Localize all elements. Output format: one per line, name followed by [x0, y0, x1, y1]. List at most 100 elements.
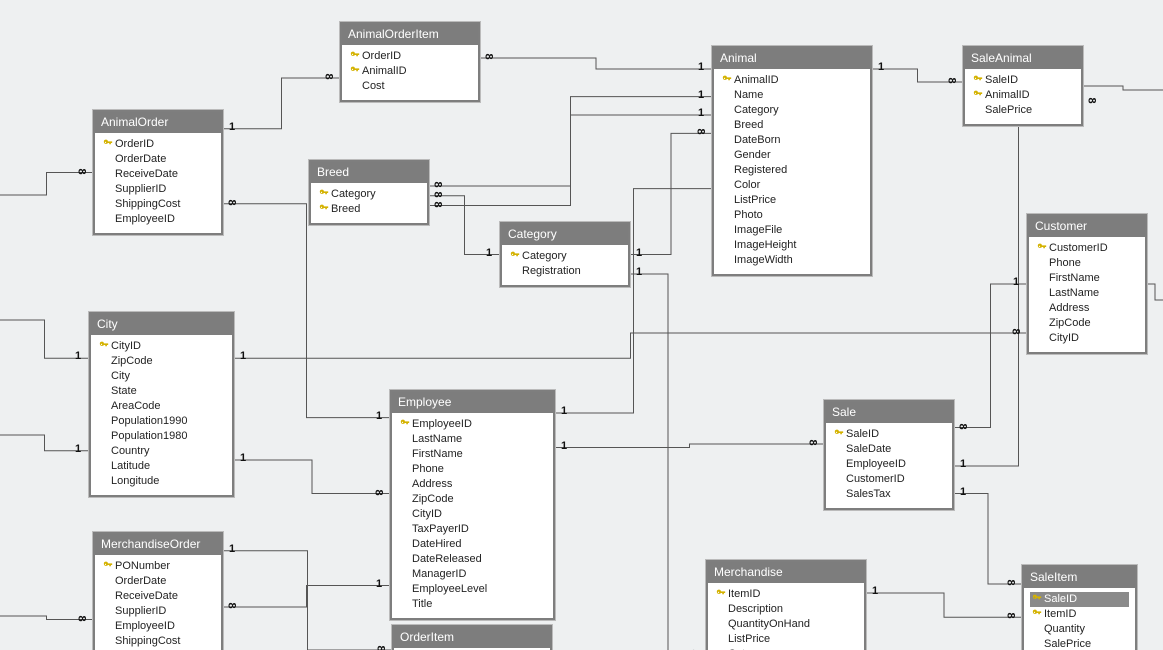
field-Country[interactable]: Country	[97, 444, 226, 459]
field-ItemID[interactable]: ItemID	[714, 587, 858, 602]
cardinality-one: 1	[698, 89, 704, 101]
field-Category[interactable]: Category	[317, 187, 421, 202]
field-ImageHeight[interactable]: ImageHeight	[720, 238, 864, 253]
field-ImageFile[interactable]: ImageFile	[720, 223, 864, 238]
field-SupplierID[interactable]: SupplierID	[101, 182, 215, 197]
field-Latitude[interactable]: Latitude	[97, 459, 226, 474]
field-EmployeeLevel[interactable]: EmployeeLevel	[398, 582, 547, 597]
field-Category[interactable]: Category	[720, 103, 864, 118]
field-FirstName[interactable]: FirstName	[1035, 271, 1139, 286]
field-AreaCode[interactable]: AreaCode	[97, 399, 226, 414]
entity-Animal[interactable]: AnimalAnimalIDNameCategoryBreedDateBornG…	[712, 46, 872, 276]
field-ReceiveDate[interactable]: ReceiveDate	[101, 167, 215, 182]
entity-MerchandiseOrder[interactable]: MerchandiseOrderPONumberOrderDateReceive…	[93, 532, 223, 650]
field-AnimalID[interactable]: AnimalID	[348, 64, 472, 79]
field-ZipCode[interactable]: ZipCode	[1035, 316, 1139, 331]
field-ShippingCost[interactable]: ShippingCost	[101, 197, 215, 212]
entity-AnimalOrder[interactable]: AnimalOrderOrderIDOrderDateReceiveDateSu…	[93, 110, 223, 235]
field-Cost[interactable]: Cost	[348, 79, 472, 94]
field-City[interactable]: City	[97, 369, 226, 384]
field-CustomerID[interactable]: CustomerID	[832, 472, 946, 487]
relationship-line	[0, 173, 93, 196]
field-ListPrice[interactable]: ListPrice	[714, 632, 858, 647]
field-SaleID[interactable]: SaleID	[1030, 592, 1129, 607]
field-Breed[interactable]: Breed	[720, 118, 864, 133]
entity-Sale[interactable]: SaleSaleIDSaleDateEmployeeIDCustomerIDSa…	[824, 400, 954, 510]
field-label: Photo	[734, 208, 763, 223]
field-Breed[interactable]: Breed	[317, 202, 421, 217]
field-PONumber[interactable]: PONumber	[101, 559, 215, 574]
field-Title[interactable]: Title	[398, 597, 547, 612]
field-Gender[interactable]: Gender	[720, 148, 864, 163]
field-Longitude[interactable]: Longitude	[97, 474, 226, 489]
field-Phone[interactable]: Phone	[1035, 256, 1139, 271]
field-AnimalID[interactable]: AnimalID	[971, 88, 1075, 103]
field-CustomerID[interactable]: CustomerID	[1035, 241, 1139, 256]
field-CityID[interactable]: CityID	[97, 339, 226, 354]
entity-body: CityIDZipCodeCityStateAreaCodePopulation…	[91, 335, 232, 495]
field-Address[interactable]: Address	[398, 477, 547, 492]
entity-City[interactable]: CityCityIDZipCodeCityStateAreaCodePopula…	[89, 312, 234, 497]
entity-AnimalOrderItem[interactable]: AnimalOrderItemOrderIDAnimalIDCost	[340, 22, 480, 102]
entity-title: Category	[502, 224, 628, 245]
entity-Customer[interactable]: CustomerCustomerIDPhoneFirstNameLastName…	[1027, 214, 1147, 354]
field-Population1990[interactable]: Population1990	[97, 414, 226, 429]
field-LastName[interactable]: LastName	[1035, 286, 1139, 301]
field-AnimalID[interactable]: AnimalID	[720, 73, 864, 88]
field-ZipCode[interactable]: ZipCode	[398, 492, 547, 507]
field-Registered[interactable]: Registered	[720, 163, 864, 178]
entity-Breed[interactable]: BreedCategoryBreed	[309, 160, 429, 225]
field-DateHired[interactable]: DateHired	[398, 537, 547, 552]
field-EmployeeID[interactable]: EmployeeID	[101, 619, 215, 634]
field-Phone[interactable]: Phone	[398, 462, 547, 477]
entity-SaleItem[interactable]: SaleItemSaleIDItemIDQuantitySalePrice	[1022, 565, 1137, 650]
field-State[interactable]: State	[97, 384, 226, 399]
field-ReceiveDate[interactable]: ReceiveDate	[101, 589, 215, 604]
field-EmployeeID[interactable]: EmployeeID	[101, 212, 215, 227]
field-SaleID[interactable]: SaleID	[971, 73, 1075, 88]
entity-Category[interactable]: CategoryCategoryRegistration	[500, 222, 630, 287]
field-OrderID[interactable]: OrderID	[348, 49, 472, 64]
field-ListPrice[interactable]: ListPrice	[720, 193, 864, 208]
field-DateBorn[interactable]: DateBorn	[720, 133, 864, 148]
field-SalePrice[interactable]: SalePrice	[971, 103, 1075, 118]
entity-Employee[interactable]: EmployeeEmployeeIDLastNameFirstNamePhone…	[390, 390, 555, 620]
field-EmployeeID[interactable]: EmployeeID	[832, 457, 946, 472]
field-QuantityOnHand[interactable]: QuantityOnHand	[714, 617, 858, 632]
field-Category[interactable]: Category	[508, 249, 622, 264]
field-TaxPayerID[interactable]: TaxPayerID	[398, 522, 547, 537]
field-FirstName[interactable]: FirstName	[398, 447, 547, 462]
field-ImageWidth[interactable]: ImageWidth	[720, 253, 864, 268]
entity-Merchandise[interactable]: MerchandiseItemIDDescriptionQuantityOnHa…	[706, 560, 866, 650]
field-Registration[interactable]: Registration	[508, 264, 622, 279]
field-EmployeeID[interactable]: EmployeeID	[398, 417, 547, 432]
field-OrderID[interactable]: OrderID	[101, 137, 215, 152]
field-SalesTax[interactable]: SalesTax	[832, 487, 946, 502]
field-Photo[interactable]: Photo	[720, 208, 864, 223]
field-Description[interactable]: Description	[714, 602, 858, 617]
field-Population1980[interactable]: Population1980	[97, 429, 226, 444]
field-Name[interactable]: Name	[720, 88, 864, 103]
cardinality-many: 8	[1010, 328, 1022, 333]
field-OrderDate[interactable]: OrderDate	[101, 574, 215, 589]
field-ZipCode[interactable]: ZipCode	[97, 354, 226, 369]
field-SaleDate[interactable]: SaleDate	[832, 442, 946, 457]
field-LastName[interactable]: LastName	[398, 432, 547, 447]
field-DateReleased[interactable]: DateReleased	[398, 552, 547, 567]
field-CityID[interactable]: CityID	[398, 507, 547, 522]
entity-OrderItem[interactable]: OrderItemPONumber	[392, 625, 552, 650]
field-SalePrice[interactable]: SalePrice	[1030, 637, 1129, 650]
field-ItemID[interactable]: ItemID	[1030, 607, 1129, 622]
field-SaleID[interactable]: SaleID	[832, 427, 946, 442]
field-Color[interactable]: Color	[720, 178, 864, 193]
field-Address[interactable]: Address	[1035, 301, 1139, 316]
field-ShippingCost[interactable]: ShippingCost	[101, 634, 215, 649]
field-CityID[interactable]: CityID	[1035, 331, 1139, 346]
key-icon	[103, 560, 113, 570]
entity-SaleAnimal[interactable]: SaleAnimalSaleIDAnimalIDSalePrice	[963, 46, 1083, 126]
field-Quantity[interactable]: Quantity	[1030, 622, 1129, 637]
field-label: ReceiveDate	[115, 167, 178, 182]
field-OrderDate[interactable]: OrderDate	[101, 152, 215, 167]
field-ManagerID[interactable]: ManagerID	[398, 567, 547, 582]
field-SupplierID[interactable]: SupplierID	[101, 604, 215, 619]
